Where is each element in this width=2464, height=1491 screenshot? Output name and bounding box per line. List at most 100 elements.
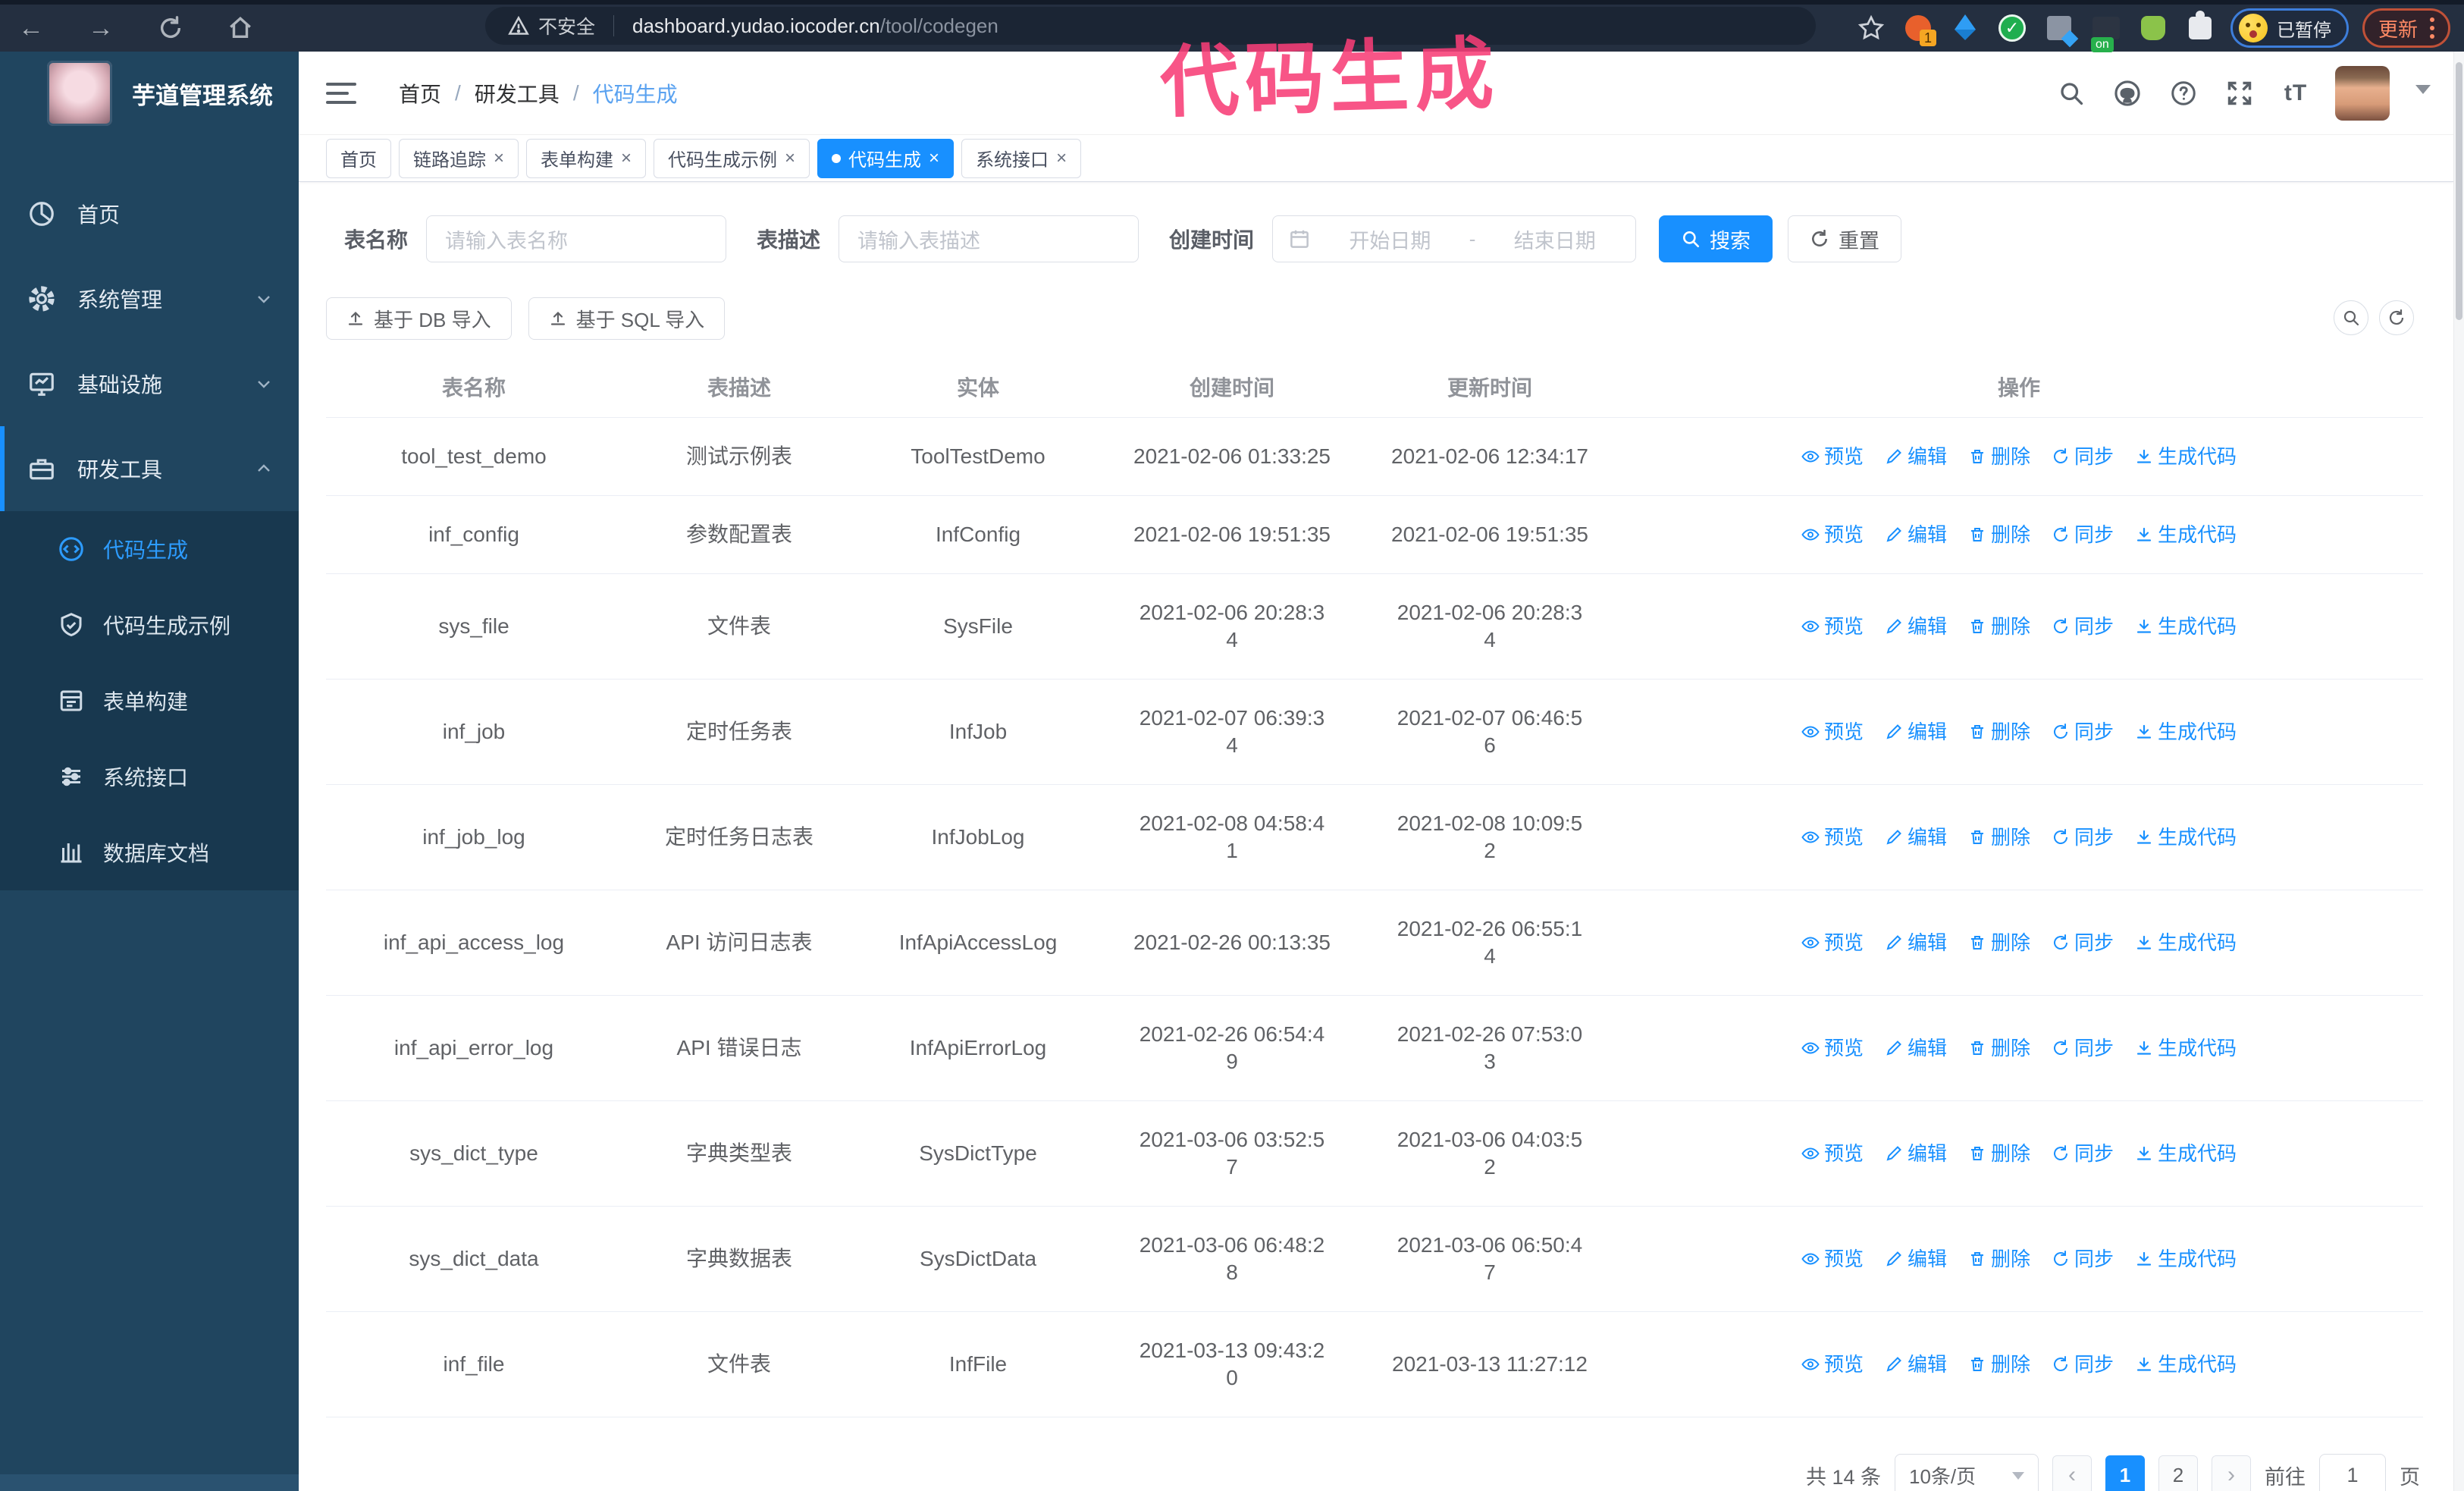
prev-page-button[interactable]: ‹ xyxy=(2052,1455,2092,1491)
preview-link[interactable]: 预览 xyxy=(1801,1351,1864,1378)
scrollbar-thumb[interactable] xyxy=(2456,62,2462,320)
delete-link[interactable]: 删除 xyxy=(1968,443,2030,470)
tab-close-icon[interactable]: × xyxy=(621,149,632,168)
start-date-placeholder[interactable]: 开始日期 xyxy=(1324,224,1456,254)
edit-link[interactable]: 编辑 xyxy=(1885,718,1947,746)
import-sql-button[interactable]: 基于 SQL 导入 xyxy=(528,297,726,340)
extension-gem-icon[interactable] xyxy=(1948,11,1982,45)
user-avatar[interactable] xyxy=(2335,65,2390,121)
sync-link[interactable]: 同步 xyxy=(2052,929,2114,956)
page-scrollbar[interactable] xyxy=(2453,52,2464,1491)
extension-grid-icon[interactable] xyxy=(2042,11,2076,45)
preview-link[interactable]: 预览 xyxy=(1801,443,1864,470)
table-desc-input[interactable]: 请输入表描述 xyxy=(839,215,1140,262)
generate-code-link[interactable]: 生成代码 xyxy=(2135,718,2237,746)
fullscreen-icon[interactable] xyxy=(2223,77,2256,110)
tab[interactable]: 系统接口 × xyxy=(961,138,1082,178)
generate-code-link[interactable]: 生成代码 xyxy=(2135,824,2237,851)
sync-link[interactable]: 同步 xyxy=(2052,443,2114,470)
extension-android-icon[interactable] xyxy=(2136,11,2170,45)
edit-link[interactable]: 编辑 xyxy=(1885,824,1947,851)
sync-link[interactable]: 同步 xyxy=(2052,1245,2114,1273)
breadcrumb-home[interactable]: 首页 xyxy=(399,78,441,108)
edit-link[interactable]: 编辑 xyxy=(1885,1140,1947,1167)
goto-page-input[interactable]: 1 xyxy=(2319,1454,2386,1491)
tab-close-icon[interactable]: × xyxy=(1056,149,1067,168)
delete-link[interactable]: 删除 xyxy=(1968,613,2030,640)
next-page-button[interactable]: › xyxy=(2212,1455,2251,1491)
address-bar[interactable]: 不安全 dashboard.yudao.iocoder.cn /tool/cod… xyxy=(485,7,1816,45)
sync-link[interactable]: 同步 xyxy=(2052,824,2114,851)
edit-link[interactable]: 编辑 xyxy=(1885,1351,1947,1378)
preview-link[interactable]: 预览 xyxy=(1801,824,1864,851)
sync-link[interactable]: 同步 xyxy=(2052,718,2114,746)
preview-link[interactable]: 预览 xyxy=(1801,613,1864,640)
preview-link[interactable]: 预览 xyxy=(1801,929,1864,956)
sidebar-item-codegen[interactable]: 代码生成 xyxy=(0,511,299,587)
generate-code-link[interactable]: 生成代码 xyxy=(2135,1034,2237,1062)
generate-code-link[interactable]: 生成代码 xyxy=(2135,1351,2237,1378)
sidebar-item-codegen-example[interactable]: 代码生成示例 xyxy=(0,587,299,663)
sync-link[interactable]: 同步 xyxy=(2052,1351,2114,1378)
extension-adblock-icon[interactable]: 1 xyxy=(1901,11,1936,46)
delete-link[interactable]: 删除 xyxy=(1968,1140,2030,1167)
generate-code-link[interactable]: 生成代码 xyxy=(2135,1245,2237,1273)
table-name-input[interactable]: 请输入表名称 xyxy=(426,215,727,262)
toggle-search-button[interactable] xyxy=(2334,300,2368,335)
edit-link[interactable]: 编辑 xyxy=(1885,521,1947,548)
browser-back-button[interactable]: ← xyxy=(14,11,49,46)
generate-code-link[interactable]: 生成代码 xyxy=(2135,521,2237,548)
sync-link[interactable]: 同步 xyxy=(2052,521,2114,548)
sidebar-item-system-api[interactable]: 系统接口 xyxy=(0,739,299,815)
refresh-table-button[interactable] xyxy=(2379,300,2414,335)
edit-link[interactable]: 编辑 xyxy=(1885,613,1947,640)
edit-link[interactable]: 编辑 xyxy=(1885,1034,1947,1062)
reset-button[interactable]: 重置 xyxy=(1788,215,1902,262)
sidebar-item-form-builder[interactable]: 表单构建 xyxy=(0,663,299,739)
sidebar-item-home[interactable]: 首页 xyxy=(0,171,299,256)
delete-link[interactable]: 删除 xyxy=(1968,929,2030,956)
tab[interactable]: 代码生成示例 × xyxy=(654,138,810,178)
preview-link[interactable]: 预览 xyxy=(1801,1034,1864,1062)
edit-link[interactable]: 编辑 xyxy=(1885,443,1947,470)
preview-link[interactable]: 预览 xyxy=(1801,718,1864,746)
edit-link[interactable]: 编辑 xyxy=(1885,1245,1947,1273)
tab[interactable]: 首页 × xyxy=(326,138,391,178)
sidebar-item-infra[interactable]: 基础设施 xyxy=(0,341,299,426)
help-icon[interactable] xyxy=(2167,77,2200,110)
page-size-select[interactable]: 10条/页 xyxy=(1895,1454,2039,1491)
browser-forward-button[interactable]: → xyxy=(83,11,118,46)
browser-home-button[interactable] xyxy=(223,11,258,46)
end-date-placeholder[interactable]: 结束日期 xyxy=(1489,224,1620,254)
tab[interactable]: 代码生成 × xyxy=(817,138,955,178)
sidebar-item-system[interactable]: 系统管理 xyxy=(0,256,299,341)
preview-link[interactable]: 预览 xyxy=(1801,521,1864,548)
app-logo-row[interactable]: 芋道管理系统 xyxy=(0,52,299,135)
tab-close-icon[interactable]: × xyxy=(785,149,795,168)
tab[interactable]: 链路追踪 × xyxy=(399,138,519,178)
browser-reload-button[interactable] xyxy=(153,11,188,46)
tab-close-icon[interactable]: × xyxy=(929,149,939,168)
sidebar-collapse-icon[interactable] xyxy=(326,82,356,104)
profile-paused-badge[interactable]: 已暂停 xyxy=(2230,8,2349,48)
delete-link[interactable]: 删除 xyxy=(1968,718,2030,746)
extensions-puzzle-icon[interactable] xyxy=(2183,11,2217,45)
generate-code-link[interactable]: 生成代码 xyxy=(2135,613,2237,640)
tab[interactable]: 表单构建 × xyxy=(526,138,647,178)
font-size-icon[interactable]: tT xyxy=(2279,77,2312,110)
page-number-button[interactable]: 2 xyxy=(2158,1455,2198,1491)
avatar-caret-icon[interactable] xyxy=(2415,84,2431,102)
breadcrumb-devtools[interactable]: 研发工具 xyxy=(475,78,560,108)
delete-link[interactable]: 删除 xyxy=(1968,824,2030,851)
date-range-picker[interactable]: 开始日期 - 结束日期 xyxy=(1272,215,1637,262)
security-warning[interactable]: 不安全 xyxy=(508,12,595,39)
generate-code-link[interactable]: 生成代码 xyxy=(2135,443,2237,470)
page-number-button[interactable]: 1 xyxy=(2105,1455,2145,1491)
import-db-button[interactable]: 基于 DB 导入 xyxy=(326,297,512,340)
extension-check-icon[interactable]: ✓ xyxy=(1995,11,2029,45)
preview-link[interactable]: 预览 xyxy=(1801,1245,1864,1273)
tab-close-icon[interactable]: × xyxy=(494,149,504,168)
delete-link[interactable]: 删除 xyxy=(1968,1351,2030,1378)
search-button[interactable]: 搜索 xyxy=(1659,215,1773,262)
header-search-icon[interactable] xyxy=(2055,77,2088,110)
